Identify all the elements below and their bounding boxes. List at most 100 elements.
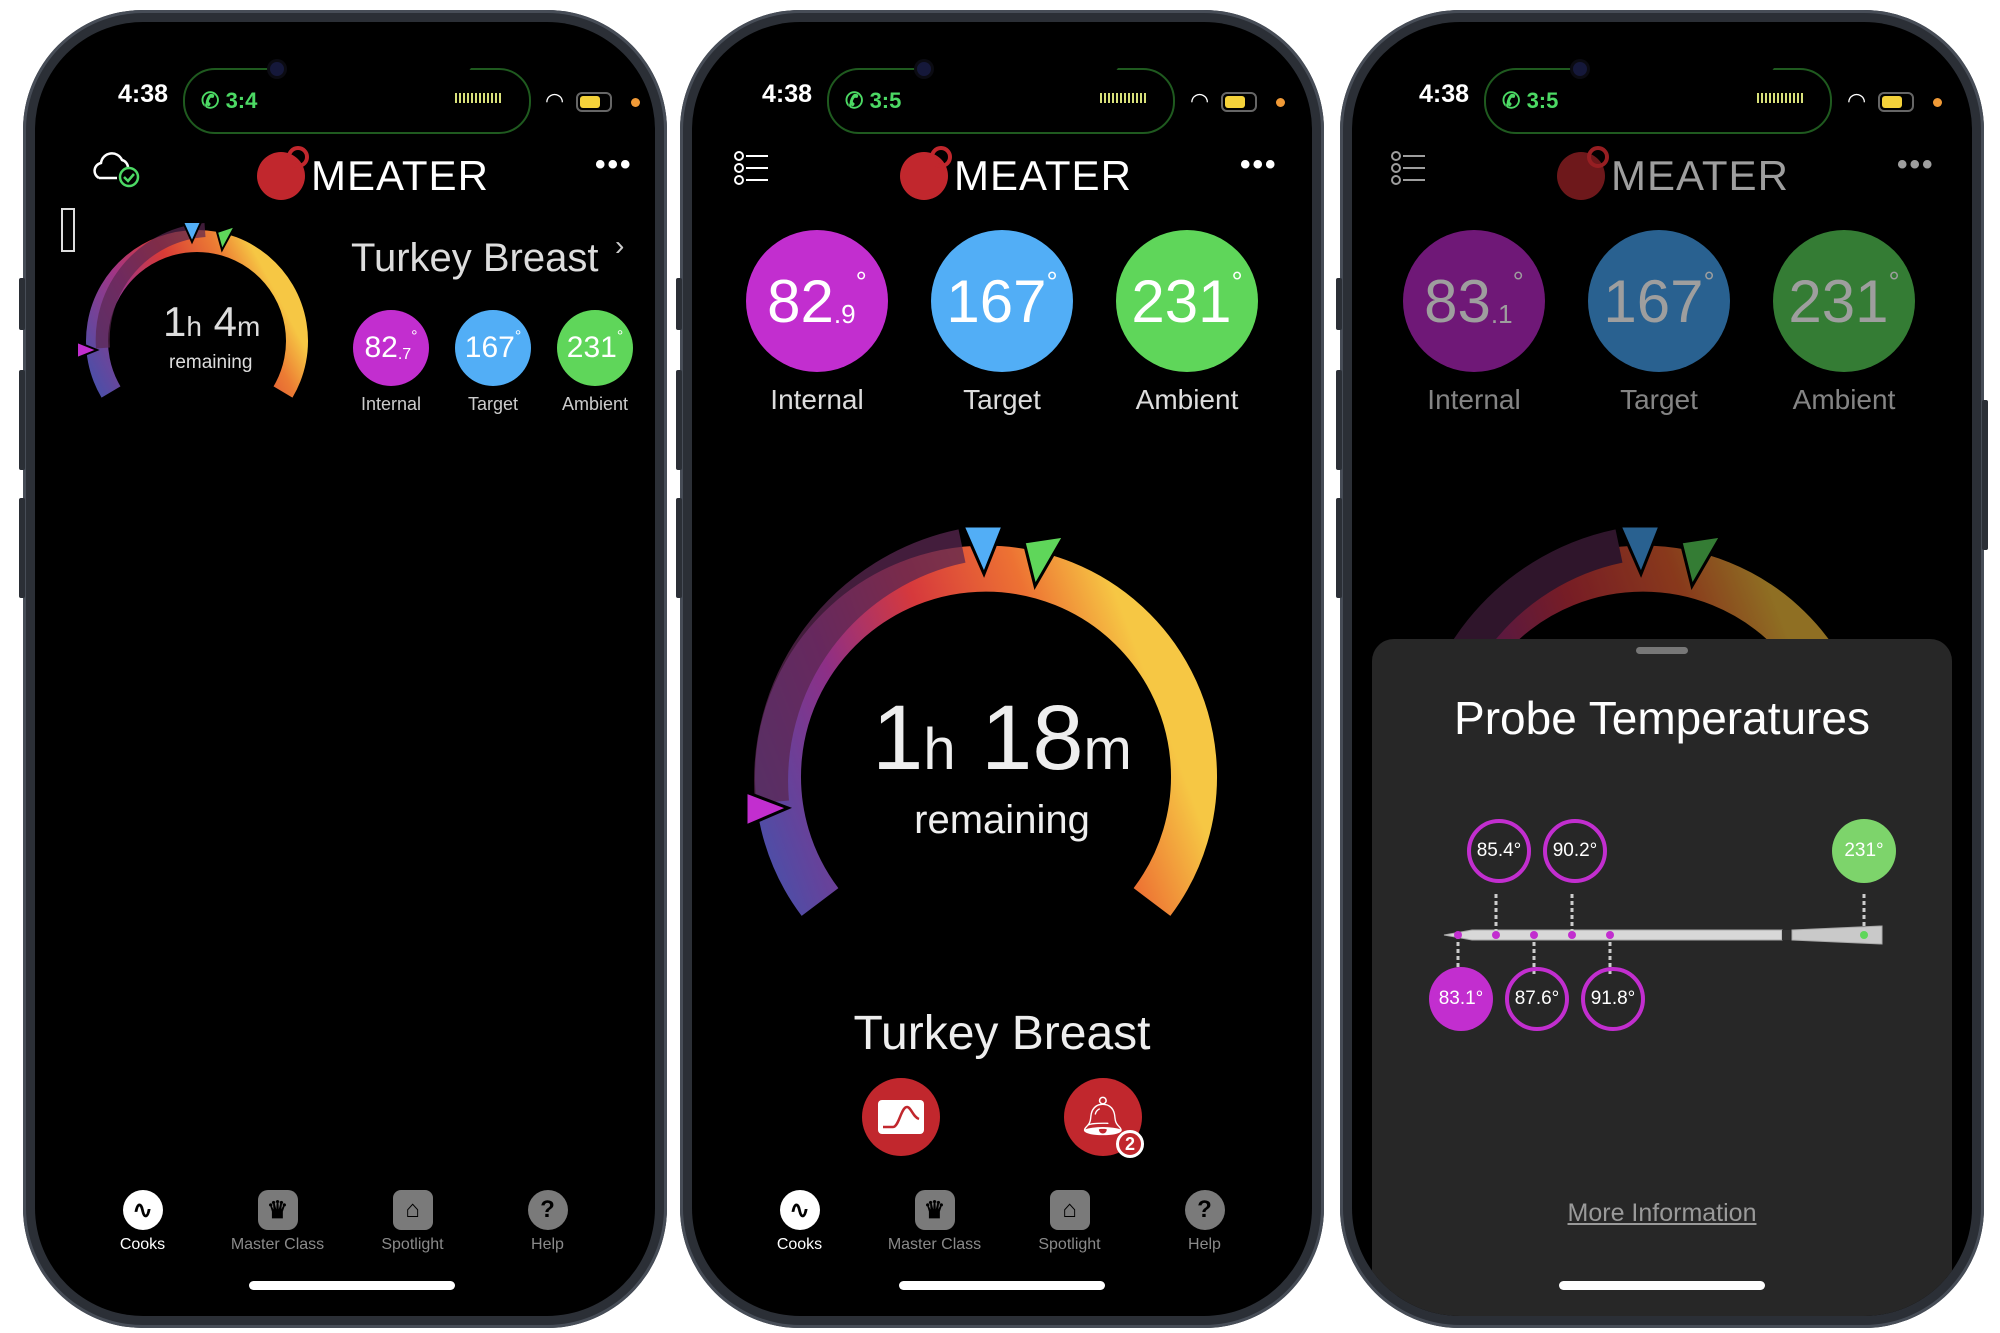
- internal-temp-badge: 82.9 °: [746, 230, 888, 372]
- time-remaining: 1h 18m: [872, 687, 1132, 789]
- front-camera: [917, 62, 931, 76]
- volume-up-button: [676, 370, 682, 470]
- graph-button[interactable]: [862, 1078, 940, 1156]
- volume-up-button: [19, 370, 25, 470]
- probe-diagram: [1443, 894, 1883, 974]
- wifi-icon: ◠: [545, 88, 565, 113]
- tab-master-class[interactable]: ♛ Master Class: [210, 1190, 345, 1254]
- meater-logo-icon: [900, 146, 952, 200]
- meater-logo: MEATER: [1557, 146, 1789, 202]
- phone-1-screen: 4:38 ✆ 3:4 ◠ MEATER ••• 1h 4m remaining …: [35, 22, 655, 1316]
- meater-logo: MEATER: [257, 146, 489, 202]
- side-button: [1336, 278, 1342, 330]
- call-indicator: ✆ 3:4: [201, 88, 257, 114]
- status-time: 4:38: [1419, 80, 1470, 108]
- camera-notch: [1570, 22, 1778, 80]
- chef-hat-icon: ♛: [257, 1190, 298, 1230]
- internal-label: Internal: [770, 384, 864, 415]
- target-temp-badge: 167 °: [1588, 230, 1730, 372]
- tab-help[interactable]: ? Help: [480, 1190, 615, 1254]
- power-button: [1982, 400, 1988, 550]
- volume-down-button: [19, 498, 25, 598]
- call-timer: 3:5: [1526, 88, 1559, 113]
- sensor-point: [1568, 931, 1576, 939]
- more-options-button[interactable]: •••: [1897, 148, 1935, 182]
- phone-icon: ✆: [845, 88, 864, 113]
- meater-logo: MEATER: [900, 146, 1132, 202]
- probe-device-icon: [61, 208, 75, 252]
- call-indicator: ✆ 3:5: [1502, 88, 1558, 114]
- cooks-icon: ∿: [122, 1190, 163, 1230]
- camera-notch: [914, 22, 1122, 80]
- volume-down-button: [676, 498, 682, 598]
- target-label: Target: [963, 384, 1041, 415]
- cook-list-icon[interactable]: [1391, 150, 1427, 186]
- call-indicator: ✆ 3:5: [845, 88, 901, 114]
- volume-up-button: [1336, 370, 1342, 470]
- call-timer: 3:4: [225, 88, 258, 113]
- more-information-link[interactable]: More Information: [1372, 1199, 1952, 1228]
- meater-logo-icon: [1557, 146, 1609, 200]
- audio-wave: [1757, 93, 1803, 103]
- sheet-grabber[interactable]: [1636, 647, 1688, 654]
- tab-cooks[interactable]: ∿ Cooks: [732, 1190, 867, 1254]
- internal-label: Internal: [1427, 384, 1521, 415]
- front-camera: [270, 62, 284, 76]
- side-button: [19, 278, 25, 330]
- tab-master-class[interactable]: ♛ Master Class: [867, 1190, 1002, 1254]
- tab-bar: ∿ Cooks ♛ Master Class ⌂ Spotlight ? Help: [692, 1190, 1312, 1254]
- phone-3-frame: 4:38 ✆ 3:5 ◠ MEATER ••• 83.1 ° 167 ° 231 ° …: [1336, 10, 1988, 1328]
- wifi-icon: ◠: [1847, 88, 1867, 113]
- target-label: Target: [1620, 384, 1698, 415]
- chevron-right-icon[interactable]: ›: [615, 230, 624, 262]
- home-indicator[interactable]: [899, 1281, 1105, 1290]
- phone-1-frame: 4:38 ✆ 3:4 ◠ MEATER ••• 1h 4m remaining …: [19, 10, 667, 1328]
- cook-name[interactable]: Turkey Breast: [351, 236, 598, 281]
- sensor-1-temp: 83.1°: [1429, 967, 1493, 1031]
- sensor-2-temp: 85.4°: [1467, 819, 1531, 883]
- more-options-button[interactable]: •••: [1240, 148, 1278, 182]
- remaining-label: remaining: [169, 352, 253, 373]
- sensor-point: [1454, 931, 1462, 939]
- alerts-button[interactable]: 🔔︎ 2: [1064, 1078, 1144, 1158]
- sensor-3-temp: 87.6°: [1505, 967, 1569, 1031]
- spotlight-icon: ⌂: [392, 1190, 433, 1230]
- graph-icon: [878, 1100, 924, 1134]
- target-temp-badge: 167 °: [931, 230, 1073, 372]
- sensor-point: [1492, 931, 1500, 939]
- phone-icon: ✆: [201, 88, 220, 113]
- cloud-sync-icon[interactable]: [91, 148, 143, 188]
- tab-spotlight[interactable]: ⌂ Spotlight: [1002, 1190, 1137, 1254]
- sensor-point: [1606, 931, 1614, 939]
- ambient-temp-badge: 231 °: [557, 310, 633, 386]
- probe-body: [1443, 925, 1883, 945]
- phone-2-screen: 4:38 ✆ 3:5 ◠ MEATER ••• 82.9 ° 167 ° 231 ° …: [692, 22, 1312, 1316]
- phone-2-frame: 4:38 ✆ 3:5 ◠ MEATER ••• 82.9 ° 167 ° 231 ° …: [676, 10, 1324, 1328]
- help-icon: ?: [1184, 1190, 1225, 1230]
- mic-indicator-dot: [631, 98, 640, 107]
- camera-notch: [267, 22, 475, 80]
- battery-icon: [1878, 92, 1914, 112]
- probe-temperatures-sheet: Probe Temperatures 83.1° 85.4° 87.6° 90.…: [1372, 639, 1952, 1316]
- internal-label: Internal: [360, 394, 422, 414]
- ambient-temp-badge: 231 °: [1116, 230, 1258, 372]
- brand-name: MEATER: [954, 152, 1132, 199]
- call-timer: 3:5: [869, 88, 902, 113]
- status-time: 4:38: [762, 80, 813, 108]
- tab-spotlight[interactable]: ⌂ Spotlight: [345, 1190, 480, 1254]
- volume-down-button: [1336, 498, 1342, 598]
- home-indicator[interactable]: [249, 1281, 455, 1290]
- more-options-button[interactable]: •••: [595, 148, 633, 182]
- tab-cooks[interactable]: ∿ Cooks: [75, 1190, 210, 1254]
- brand-name: MEATER: [311, 152, 489, 199]
- cook-name: Turkey Breast: [853, 1007, 1151, 1060]
- ambient-sensor-point: [1860, 931, 1868, 939]
- cooks-icon: ∿: [779, 1190, 820, 1230]
- side-button: [676, 278, 682, 330]
- home-indicator[interactable]: [1559, 1281, 1765, 1290]
- tab-help[interactable]: ? Help: [1137, 1190, 1272, 1254]
- tab-bar: ∿ Cooks ♛ Master Class ⌂ Spotlight ? Help: [35, 1190, 655, 1254]
- phone-3-screen: 4:38 ✆ 3:5 ◠ MEATER ••• 83.1 ° 167 ° 231 ° …: [1352, 22, 1972, 1316]
- cook-list-icon[interactable]: [734, 150, 770, 186]
- time-remaining-small: 1h 4m: [163, 298, 261, 345]
